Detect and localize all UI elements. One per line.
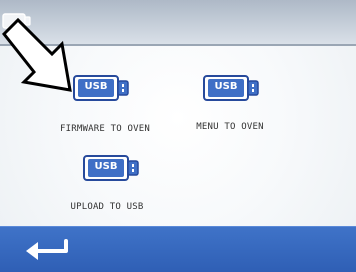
menu-to-oven-button[interactable]: USB: [202, 74, 262, 102]
back-arrow-icon[interactable]: [22, 237, 72, 263]
bottom-bar: [0, 226, 356, 272]
usb-button-text: USB: [94, 161, 118, 172]
firmware-to-oven-label: FIRMWARE TO OVEN: [60, 124, 150, 134]
upload-to-usb-button[interactable]: USB: [82, 154, 142, 182]
upload-to-usb-label: UPLOAD TO USB: [70, 202, 144, 212]
usb-button-text: USB: [214, 81, 238, 92]
pointer-arrow-icon: [1, 17, 72, 92]
oven-usb-screen: USB FIRMWARE TO OVEN USB MENU TO OVEN US…: [0, 0, 356, 272]
menu-to-oven-label: MENU TO OVEN: [196, 122, 264, 132]
